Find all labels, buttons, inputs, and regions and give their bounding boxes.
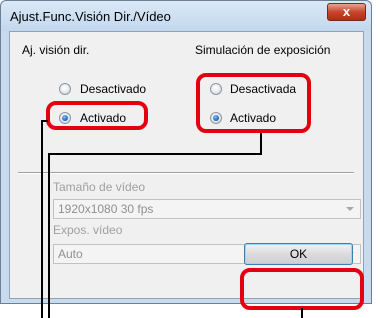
video-size-select[interactable]: 1920x1080 30 fps	[53, 199, 361, 219]
live-view-off-label[interactable]: Desactivado	[80, 82, 146, 96]
video-exposure-label: Expos. vídeo	[53, 223, 123, 237]
live-view-on-label[interactable]: Activado	[80, 111, 126, 125]
close-button[interactable]: x	[327, 3, 366, 21]
ok-button[interactable]: OK	[244, 243, 353, 265]
close-icon: x	[342, 4, 351, 19]
live-view-heading: Aj. visión dir.	[22, 43, 90, 57]
live-view-off-radio[interactable]	[59, 83, 71, 95]
window-title: Ajust.Func.Visión Dir./Vídeo	[10, 9, 171, 24]
ok-callout-line	[301, 308, 303, 318]
exposure-sim-off-radio[interactable]	[210, 83, 222, 95]
exposure-sim-heading: Simulación de exposición	[195, 43, 331, 57]
exposure-sim-callout-drop	[48, 153, 50, 318]
exposure-sim-on-label[interactable]: Activado	[230, 111, 276, 125]
chevron-down-icon	[346, 207, 354, 211]
section-divider	[18, 172, 354, 174]
exposure-sim-off-label[interactable]: Desactivada	[230, 82, 296, 96]
title-bar[interactable]: Ajust.Func.Visión Dir./Vídeo x	[1, 1, 371, 31]
video-size-value: 1920x1080 30 fps	[58, 202, 154, 216]
exposure-sim-callout	[260, 133, 262, 155]
live-view-callout-line	[41, 120, 43, 318]
video-size-label: Tamaño de vídeo	[53, 180, 146, 194]
exposure-sim-callout-line	[48, 153, 262, 155]
exposure-sim-on-radio[interactable]	[210, 112, 222, 124]
video-exposure-value: Auto	[58, 247, 83, 261]
settings-dialog: Ajust.Func.Visión Dir./Vídeo x Aj. visió…	[0, 0, 372, 304]
live-view-on-radio[interactable]	[59, 112, 71, 124]
